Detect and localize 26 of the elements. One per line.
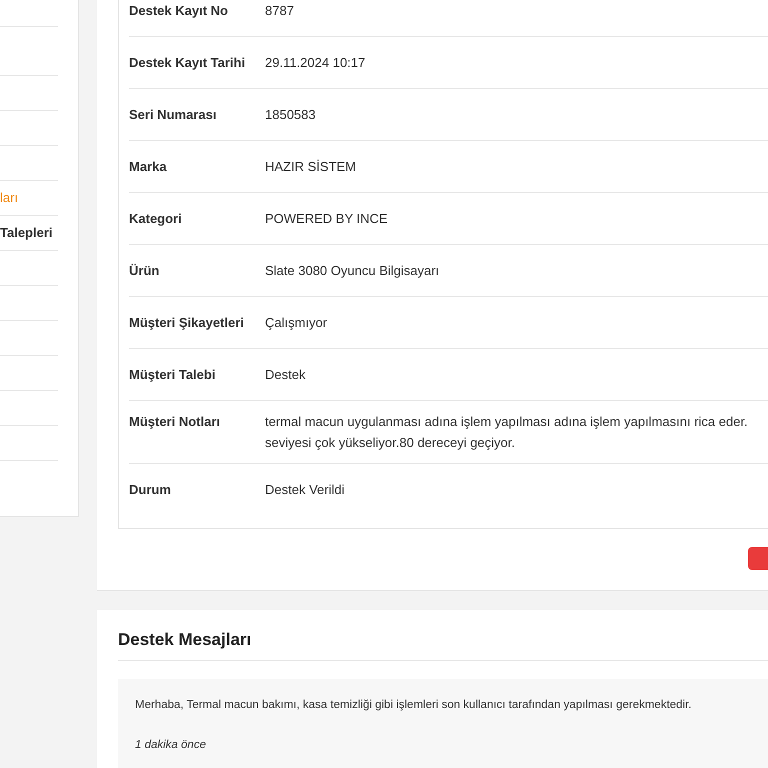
field-label: Müşteri Talebi <box>129 366 216 384</box>
action-button[interactable] <box>748 546 768 570</box>
field-value: Slate 3080 Oyuncu Bilgisayarı <box>265 262 440 280</box>
field-value: Destek <box>265 366 306 384</box>
message-text: Merhaba, Termal macun bakımı, kasa temizliği gibi işlemleri son kullanıcı tarafından yapılması gerekmektedir. <box>135 698 692 713</box>
field-value: HAZIR SİSTEM <box>265 158 356 176</box>
message-time: 1 dakika önce <box>135 738 207 753</box>
field-label: Durum <box>129 481 172 499</box>
field-value: Destek Verildi <box>265 481 344 499</box>
field-label: Destek Kayıt Tarihi <box>129 54 246 72</box>
field-label: Destek Kayıt No <box>129 2 229 20</box>
field-label: Ürün <box>129 262 160 280</box>
field-value: Çalışmıyor <box>265 314 328 332</box>
sidebar-item[interactable]: Talepleri <box>0 223 53 243</box>
field-value: 29.11.2024 10:17 <box>265 54 366 72</box>
field-label: Marka <box>129 158 168 176</box>
field-label: Kategori <box>129 210 183 228</box>
field-label: Müşteri Notları <box>129 413 222 431</box>
field-value: seviyesi çok yükseliyor.80 dereceyi geçiyor. <box>265 434 516 452</box>
field-label: Seri Numarası <box>129 106 218 124</box>
field-value: POWERED BY INCE <box>265 210 388 228</box>
field-value: 8787 <box>265 2 294 20</box>
field-value: termal macun uygulanması adına işlem yapılması adına işlem yapılmasını rica eder. <box>265 413 748 431</box>
section-title: Destek Mesajları <box>118 630 252 650</box>
field-value: 1850583 <box>265 106 316 124</box>
field-label: Müşteri Şikayetleri <box>129 314 245 332</box>
